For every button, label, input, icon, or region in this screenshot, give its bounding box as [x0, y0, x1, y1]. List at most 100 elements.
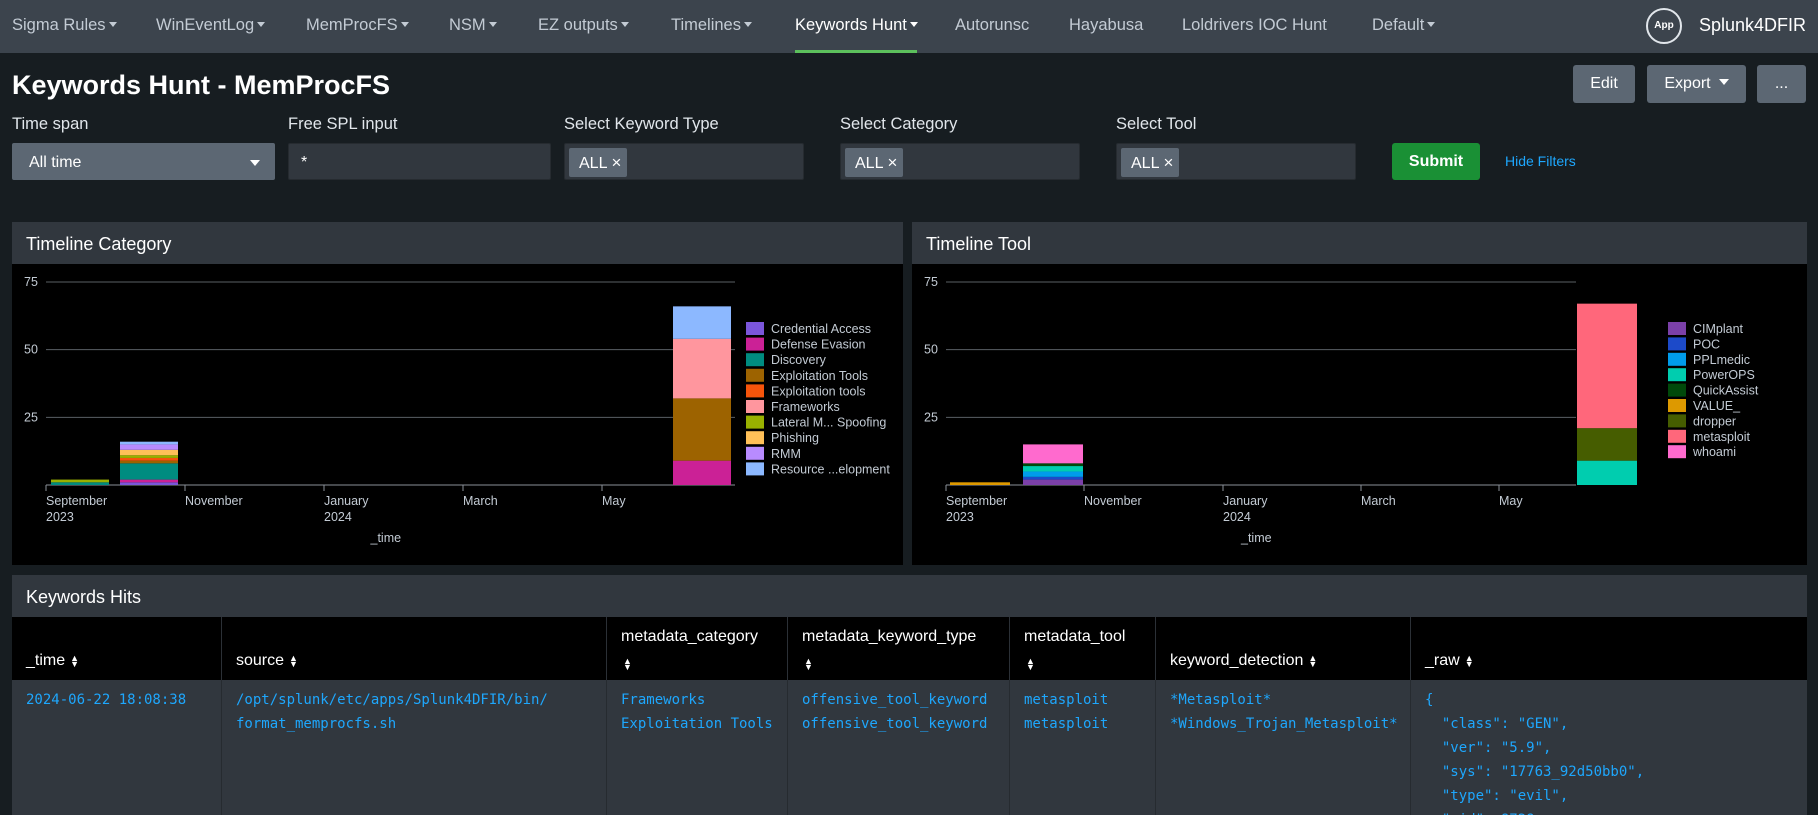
x-tick-label: September [46, 494, 107, 508]
column-label: metadata_keyword_type [802, 628, 977, 645]
column-label: source [236, 652, 285, 669]
legend-swatch [746, 446, 764, 460]
nav-item-keywords-hunt[interactable]: Keywords Hunt [795, 0, 918, 53]
bar-segment [1023, 466, 1083, 472]
raw-value[interactable]: { "class": "GEN", "ver": "5.9", "sys": "… [1425, 688, 1644, 815]
nav-item-nsm[interactable]: NSM [449, 0, 497, 53]
hide-filters-link[interactable]: Hide Filters [1505, 153, 1576, 169]
chip-label: ALL [855, 155, 884, 172]
nav-item-timelines[interactable]: Timelines [671, 0, 752, 53]
sort-icon: ▲ ▼ [1308, 652, 1318, 669]
legend-swatch [1668, 352, 1686, 366]
legend-swatch [746, 368, 764, 382]
chart-svg: 25 50 75 September 2023 November January 2024 Ma… [24, 275, 890, 545]
category-chip: ALL × [845, 148, 904, 177]
category-value[interactable]: Frameworks Exploitation Tools [621, 688, 773, 736]
column-header-metadata-keyword-type[interactable]: metadata_keyword_type ▲ ▼ [788, 617, 1010, 680]
app-badge-icon[interactable]: App [1646, 8, 1682, 44]
tool-value[interactable]: metasploit metasploit [1024, 688, 1108, 736]
legend-swatch [746, 431, 764, 445]
keyword-type-multiselect[interactable]: ALL × [564, 143, 804, 180]
chevron-down-icon [744, 21, 752, 27]
timeline-tool-chart[interactable]: 25 50 75 September 2023 November January 2024 Ma… [912, 264, 1807, 565]
nav-item-ez-outputs[interactable]: EZ outputs [538, 0, 629, 53]
legend-swatch [746, 353, 764, 367]
time-value[interactable]: 2024-06-22 18:08:38 [26, 688, 186, 712]
bar-segment [120, 441, 178, 445]
legend-swatch [1668, 322, 1686, 335]
nav-item-default[interactable]: Default [1372, 0, 1436, 53]
nav-item-label: Loldrivers IOC Hunt [1182, 16, 1327, 34]
panel-title: Keywords Hits [26, 587, 142, 607]
sort-icon: ▲ ▼ [623, 656, 632, 672]
bar-segment [120, 460, 178, 464]
panel-title: Timeline Category [26, 234, 172, 254]
chevron-down-icon [108, 21, 117, 27]
close-icon[interactable]: × [611, 153, 621, 172]
legend-label: CIMplant [1693, 322, 1744, 336]
nav-item-wineventlog[interactable]: WinEventLog [156, 0, 266, 53]
export-button[interactable]: Export [1647, 65, 1746, 103]
edit-button-label: Edit [1590, 75, 1618, 92]
column-header-metadata-tool[interactable]: metadata_tool ▲ ▼ [1010, 617, 1156, 680]
keyword-type-label: Select Keyword Type [564, 115, 719, 133]
tool-chip: ALL × [1121, 148, 1180, 177]
table-row: 2024-06-22 18:08:38 /opt/splunk/etc/apps… [12, 680, 1807, 815]
column-header-time[interactable]: _time ▲ ▼ [12, 617, 222, 680]
category-multiselect[interactable]: ALL × [840, 143, 1080, 180]
legend-swatch [1668, 399, 1686, 412]
nav-item-hayabusa[interactable]: Hayabusa [1069, 0, 1143, 53]
edit-button[interactable]: Edit [1573, 65, 1635, 103]
cell-metadata-category: Frameworks Exploitation Tools [607, 680, 788, 815]
x-tick-label: 2023 [946, 510, 974, 524]
nav-item-label: Hayabusa [1069, 16, 1144, 34]
bar-segment [120, 463, 178, 480]
legend-swatch [1668, 429, 1686, 443]
keyword-detection-value[interactable]: *Metasploit* *Windows_Trojan_Metasploit* [1170, 688, 1398, 736]
more-options-button[interactable]: ... [1757, 65, 1806, 103]
time-span-select[interactable]: All time [12, 143, 275, 180]
column-header-metadata-category[interactable]: metadata_category ▲ ▼ [607, 617, 788, 680]
free-spl-input[interactable]: * [288, 143, 551, 180]
x-tick-label: September [946, 494, 1007, 508]
bar-segment [120, 455, 178, 458]
timeline-category-chart[interactable]: 25 50 75 September 2023 November January 2024 Ma… [12, 264, 903, 565]
legend-label: Phishing [771, 431, 819, 445]
keyword-type-value[interactable]: offensive_tool_keyword offensive_tool_ke… [802, 688, 987, 736]
chart-svg: 25 50 75 September 2023 November January 2024 Ma… [924, 275, 1759, 545]
x-tick-label: November [1084, 494, 1142, 508]
legend-label: POC [1693, 337, 1720, 351]
nav-item-label: Timelines [671, 16, 741, 34]
cell-time: 2024-06-22 18:08:38 [12, 680, 222, 815]
column-label: _raw [1425, 652, 1460, 669]
submit-button[interactable]: Submit [1392, 143, 1480, 180]
legend-swatch [746, 415, 764, 429]
timeline-tool-panel: Timeline Tool 25 50 75 September 2023 Novembe… [912, 222, 1807, 565]
close-icon[interactable]: × [887, 153, 897, 172]
y-tick-label: 75 [924, 275, 938, 289]
column-header-raw[interactable]: _raw ▲ ▼ [1411, 617, 1807, 680]
legend-label: Discovery [771, 353, 827, 367]
nav-item-memprocfs[interactable]: MemProcFS [306, 0, 409, 53]
bar-segment [120, 449, 178, 456]
column-header-keyword-detection[interactable]: keyword_detection ▲ ▼ [1156, 617, 1411, 680]
x-axis-title: _time [1240, 531, 1272, 545]
legend-label: Frameworks [771, 400, 840, 414]
time-span-label: Time span [12, 115, 89, 133]
tool-multiselect[interactable]: ALL × [1116, 143, 1356, 180]
column-header-source[interactable]: source ▲ ▼ [222, 617, 607, 680]
app-name[interactable]: Splunk4DFIR [1699, 0, 1806, 51]
nav-item-sigma-rules[interactable]: Sigma Rules [12, 0, 117, 53]
free-spl-label: Free SPL input [288, 115, 398, 133]
nav-item-autorunsc[interactable]: Autorunsc [955, 0, 1029, 53]
x-tick-label: January [324, 494, 369, 508]
legend-label: Resource ...elopment [771, 462, 890, 476]
x-tick-label: May [602, 494, 626, 508]
close-icon[interactable]: × [1163, 153, 1173, 172]
category-label: Select Category [840, 115, 958, 133]
column-label: metadata_category [621, 628, 758, 645]
bar-segment [673, 398, 731, 461]
nav-item-loldrivers-ioc-hunt[interactable]: Loldrivers IOC Hunt [1182, 0, 1327, 53]
legend-label: whoami [1692, 445, 1736, 459]
source-value[interactable]: /opt/splunk/etc/apps/Splunk4DFIR/bin/ fo… [236, 688, 548, 736]
